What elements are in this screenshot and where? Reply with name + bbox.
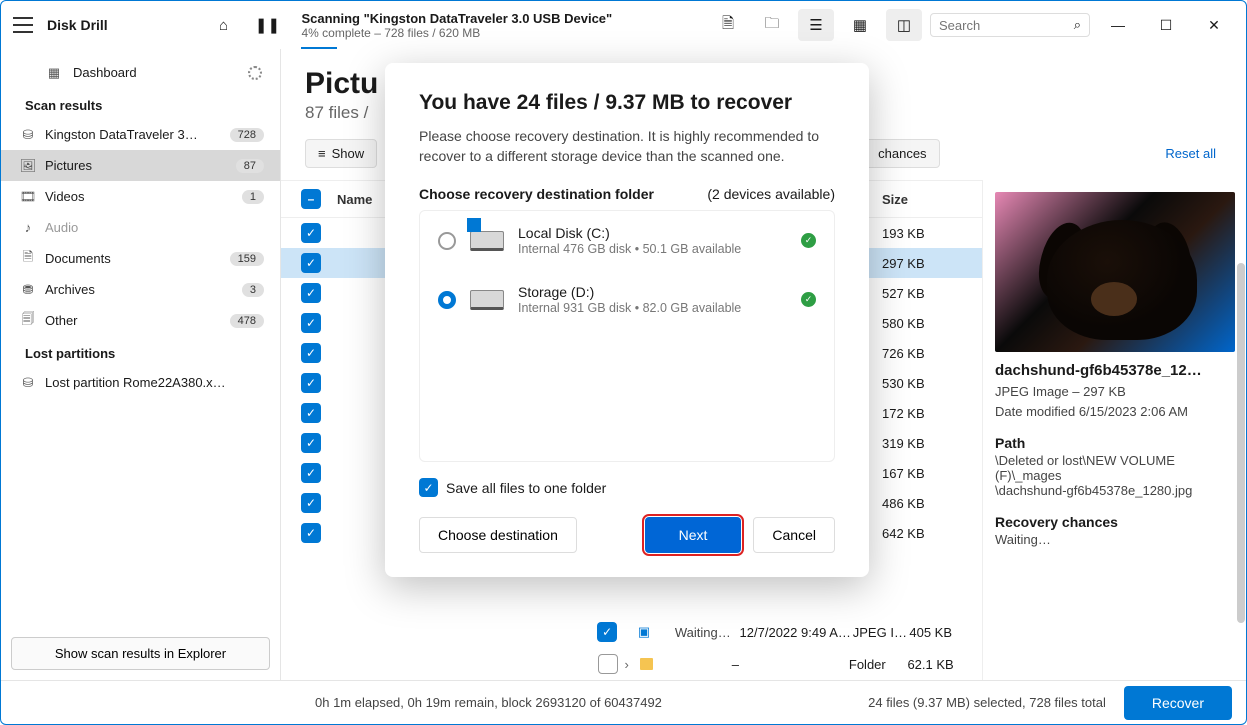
destination-option-d[interactable]: Storage (D:) Internal 931 GB disk • 82.0… bbox=[420, 270, 834, 329]
radio-unselected[interactable] bbox=[438, 232, 456, 250]
destination-detail: Internal 476 GB disk • 50.1 GB available bbox=[518, 242, 741, 256]
status-ok-icon: ✓ bbox=[801, 292, 816, 307]
status-ok-icon: ✓ bbox=[801, 233, 816, 248]
recovery-destination-modal: You have 24 files / 9.37 MB to recover P… bbox=[385, 63, 869, 577]
modal-title: You have 24 files / 9.37 MB to recover bbox=[419, 91, 835, 115]
modal-description: Please choose recovery destination. It i… bbox=[419, 127, 835, 166]
devices-available: (2 devices available) bbox=[707, 186, 835, 202]
drive-icon bbox=[470, 290, 504, 310]
drive-icon bbox=[470, 231, 504, 251]
destination-list: Local Disk (C:) Internal 476 GB disk • 5… bbox=[419, 210, 835, 462]
next-button[interactable]: Next bbox=[645, 517, 742, 553]
save-all-label: Save all files to one folder bbox=[446, 480, 606, 496]
destination-name: Local Disk (C:) bbox=[518, 225, 741, 241]
save-all-checkbox[interactable]: ✓ bbox=[419, 478, 438, 497]
radio-selected[interactable] bbox=[438, 291, 456, 309]
modal-subheading: Choose recovery destination folder bbox=[419, 186, 654, 202]
destination-option-c[interactable]: Local Disk (C:) Internal 476 GB disk • 5… bbox=[420, 211, 834, 270]
destination-detail: Internal 931 GB disk • 82.0 GB available bbox=[518, 301, 741, 315]
cancel-button[interactable]: Cancel bbox=[753, 517, 835, 553]
choose-destination-button[interactable]: Choose destination bbox=[419, 517, 577, 553]
destination-name: Storage (D:) bbox=[518, 284, 741, 300]
